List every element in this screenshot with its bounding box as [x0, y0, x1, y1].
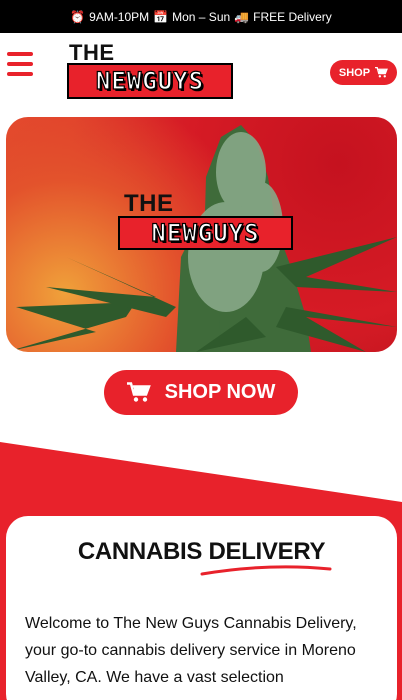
- delivery-truck-icon: 🚚: [234, 9, 250, 24]
- site-header: THE NEWGUYS SHOP: [0, 33, 402, 105]
- logo-name-text: NEWGUYS: [95, 66, 205, 95]
- shop-now-button[interactable]: SHOP NOW: [104, 370, 298, 415]
- site-logo[interactable]: THE NEWGUYS: [67, 40, 235, 100]
- title-underline-swoosh: [200, 565, 332, 576]
- delivery-text: FREE Delivery: [253, 9, 332, 24]
- hero-logo-name-text: NEWGUYS: [151, 218, 260, 247]
- hero-banner: THE NEWGUYS: [6, 117, 397, 352]
- alarm-clock-icon: ⏰: [70, 9, 86, 24]
- shop-button[interactable]: SHOP: [330, 60, 397, 85]
- days-text: Mon – Sun: [172, 9, 231, 24]
- shop-now-label: SHOP NOW: [164, 381, 276, 403]
- hero-logo-the-text: THE: [124, 190, 174, 217]
- intro-paragraph: Welcome to The New Guys Cannabis Deliver…: [25, 615, 357, 686]
- hamburger-menu-icon[interactable]: [7, 52, 33, 76]
- cart-icon: [375, 67, 388, 78]
- calendar-icon: 📅: [153, 9, 169, 24]
- cart-icon: [126, 382, 151, 402]
- top-info-bar: ⏰ 9AM-10PM 📅 Mon – Sun 🚚 FREE Delivery: [0, 0, 402, 33]
- hours-text: 9AM-10PM: [89, 9, 150, 24]
- shop-button-label: SHOP: [338, 66, 371, 79]
- hero-logo: THE NEWGUYS: [118, 190, 296, 252]
